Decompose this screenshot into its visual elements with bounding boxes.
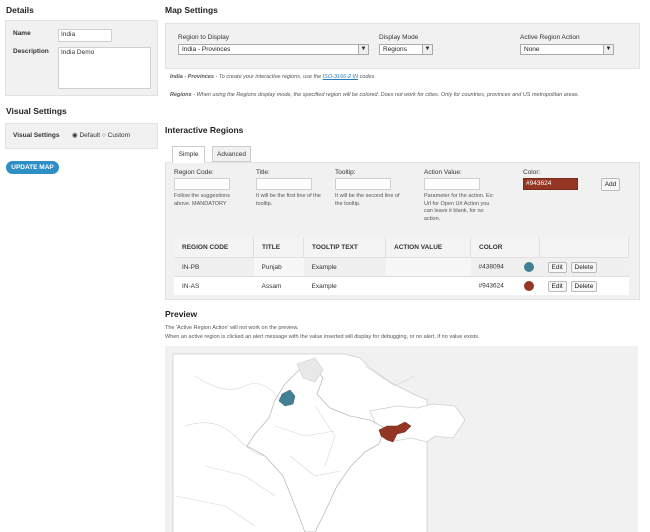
- action-value-input[interactable]: [424, 178, 480, 190]
- delete-button[interactable]: Delete: [570, 280, 598, 292]
- tab-simple[interactable]: Simple: [172, 146, 205, 163]
- interactive-regions-heading: Interactive Regions: [165, 125, 244, 135]
- header-title: TITLE: [253, 237, 304, 258]
- cell-action: [385, 257, 471, 277]
- display-mode-label: Display Mode: [379, 34, 419, 41]
- radio-custom[interactable]: ○: [102, 132, 106, 139]
- chevron-down-icon: ▼: [422, 45, 432, 54]
- preview-note-1: The 'Active Region Action' will not work…: [165, 325, 299, 331]
- cell-actions: Edit Delete: [539, 257, 629, 277]
- action-value-help: Parameter for the action. Ex: Url for Op…: [424, 193, 495, 222]
- cell-action: [385, 276, 471, 295]
- display-mode-note: Regions - When using the Regions display…: [170, 92, 635, 100]
- display-mode-note-text: - When using the Regions display mode, t…: [191, 92, 580, 98]
- chevron-down-icon: ▼: [358, 45, 368, 54]
- update-map-button[interactable]: UPDATE MAP: [6, 161, 59, 174]
- display-mode-value: Regions: [383, 46, 407, 53]
- color-hex: #943624: [478, 282, 504, 290]
- region-note-bold: India - Provinces: [170, 74, 215, 80]
- radio-default-label: Default: [79, 132, 101, 139]
- header-region-code: REGION CODE: [174, 237, 254, 258]
- action-value-label: Action Value:: [424, 169, 462, 176]
- visual-radio-group: ◉ Default ○ Custom: [72, 131, 130, 139]
- region-select[interactable]: India - Provinces ▼: [178, 44, 369, 55]
- visual-settings-label: Visual Settings: [13, 132, 60, 139]
- region-note-end: codes.: [358, 74, 376, 80]
- radio-custom-label: Custom: [107, 132, 131, 139]
- cell-actions: Edit Delete: [539, 276, 629, 295]
- tab-advanced[interactable]: Advanced: [212, 146, 251, 162]
- header-actions: [539, 237, 629, 258]
- cell-region-code: IN-PB: [174, 257, 254, 277]
- chevron-down-icon: ▼: [603, 45, 613, 54]
- cell-tooltip: Example: [303, 276, 386, 295]
- description-label: Description: [13, 48, 49, 55]
- map-preview[interactable]: [165, 346, 638, 532]
- preview-note-2: When an active region is clicked an aler…: [165, 334, 480, 340]
- title-input[interactable]: [256, 178, 312, 190]
- add-region-button[interactable]: Add: [601, 178, 620, 191]
- edit-button[interactable]: Edit: [547, 280, 567, 292]
- cell-title: Assam: [253, 276, 304, 295]
- title-help: It will be the first line of the tooltip…: [256, 193, 321, 207]
- region-note-text: - To create your interactive regions, us…: [214, 74, 323, 80]
- region-code-help: Follow the suggestions above. MANDATORY: [174, 193, 230, 207]
- cell-title: Punjab: [253, 257, 304, 277]
- cell-color: #438094: [470, 257, 540, 277]
- action-select[interactable]: None ▼: [520, 44, 614, 55]
- name-input[interactable]: India: [58, 29, 112, 42]
- action-label: Active Region Action: [520, 34, 580, 41]
- table-header-row: REGION CODE TITLE TOOLTIP TEXT ACTION VA…: [174, 237, 629, 258]
- radio-default[interactable]: ◉: [72, 132, 78, 139]
- map-settings-panel: Region to Display India - Provinces ▼ Di…: [165, 23, 640, 69]
- color-input[interactable]: #943624: [523, 178, 578, 190]
- tooltip-input[interactable]: [335, 178, 391, 190]
- title-label: Title:: [256, 169, 270, 176]
- visual-settings-panel: Visual Settings ◉ Default ○ Custom: [5, 123, 158, 149]
- interactive-regions-panel: Region Code: Follow the suggestions abov…: [165, 162, 640, 300]
- tooltip-help: It will be the second line of the toolti…: [335, 193, 400, 207]
- display-mode-note-bold: Regions: [170, 92, 192, 98]
- color-hex: #438094: [478, 263, 504, 271]
- tooltip-label: Tooltip:: [335, 169, 356, 176]
- color-swatch: [523, 281, 534, 291]
- table-row: IN-PB Punjab Example #438094 Edit Delete: [174, 257, 629, 277]
- region-code-input[interactable]: [174, 178, 230, 190]
- preview-heading: Preview: [165, 309, 198, 319]
- region-note: India - Provinces - To create your inter…: [170, 74, 630, 82]
- map-svg: [172, 353, 466, 532]
- region-select-value: India - Provinces: [182, 46, 231, 53]
- color-label: Color:: [523, 169, 541, 176]
- description-textarea[interactable]: India Demo: [58, 47, 151, 89]
- header-color: COLOR: [470, 237, 540, 258]
- action-select-value: None: [524, 46, 540, 53]
- display-mode-select[interactable]: Regions ▼: [379, 44, 433, 55]
- edit-button[interactable]: Edit: [547, 261, 567, 273]
- iso-code-link[interactable]: ISO-3166-2:IN: [323, 74, 358, 80]
- region-code-label: Region Code:: [174, 169, 214, 176]
- region-label: Region to Display: [178, 34, 229, 41]
- cell-tooltip: Example: [303, 257, 386, 277]
- table-row: IN-AS Assam Example #943624 Edit Delete: [174, 276, 629, 295]
- name-label: Name: [13, 30, 31, 37]
- map-settings-heading: Map Settings: [165, 5, 218, 15]
- regions-table: REGION CODE TITLE TOOLTIP TEXT ACTION VA…: [174, 237, 629, 295]
- visual-settings-heading: Visual Settings: [6, 106, 67, 116]
- cell-color: #943624: [470, 276, 540, 295]
- header-tooltip-text: TOOLTIP TEXT: [303, 237, 386, 258]
- cell-region-code: IN-AS: [174, 276, 254, 295]
- details-heading: Details: [6, 5, 34, 15]
- color-swatch: [523, 262, 534, 272]
- delete-button[interactable]: Delete: [570, 261, 598, 273]
- details-panel: Name India Description India Demo: [5, 20, 158, 96]
- header-action-value: ACTION VALUE: [385, 237, 471, 258]
